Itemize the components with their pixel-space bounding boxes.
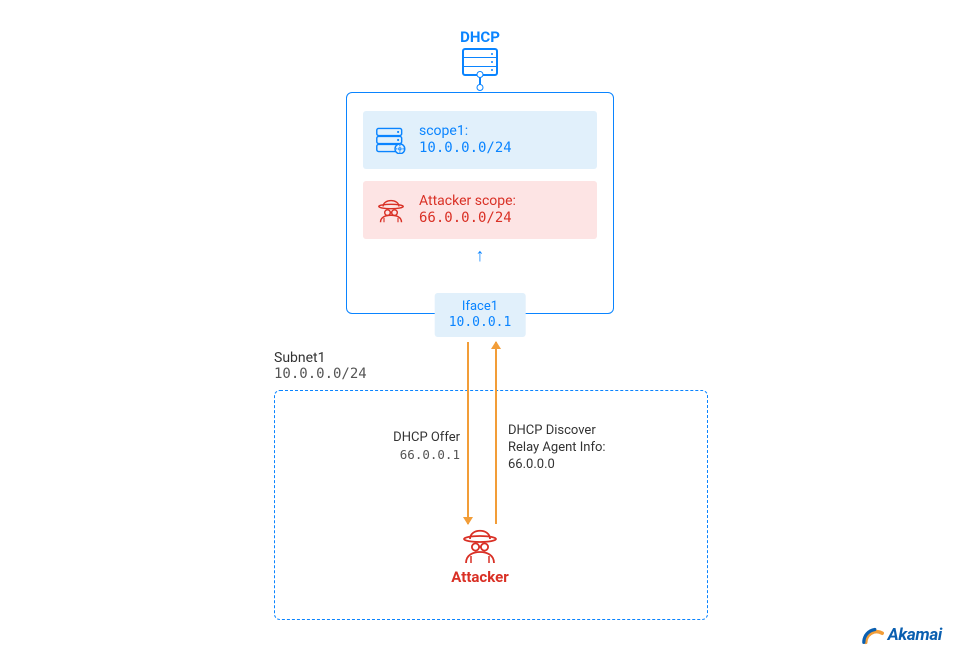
scope1-box: scope1: 10.0.0.0/24 (363, 111, 597, 169)
attacker-icon (460, 525, 500, 565)
dhcp-server-box: scope1: 10.0.0.0/24 Attacker scope: (346, 92, 614, 314)
diagram-canvas: DHCP (0, 0, 960, 660)
dhcp-offer-label: DHCP Offer 66.0.0.1 (372, 430, 460, 463)
arrowhead-up-icon (491, 341, 501, 349)
dhcp-title: DHCP (460, 28, 500, 46)
dhcp-discover-sub1: Relay Agent Info: (508, 440, 658, 457)
scope1-label: scope1: (419, 123, 512, 140)
iface-box: Iface1 10.0.0.1 (435, 293, 526, 338)
dhcp-discover-arrow (495, 342, 497, 524)
attacker-scope-box: Attacker scope: 66.0.0.0/24 (363, 181, 597, 239)
dhcp-offer-title: DHCP Offer (372, 430, 460, 447)
arrowhead-down-icon (463, 517, 473, 525)
connector-icon (479, 76, 481, 86)
spy-scope-icon (375, 196, 407, 224)
dhcp-discover-title: DHCP Discover (508, 423, 658, 440)
brand-swirl-icon (862, 624, 884, 646)
attacker-scope-text: Attacker scope: 66.0.0.0/24 (419, 193, 516, 227)
attacker-scope-cidr: 66.0.0.0/24 (419, 210, 516, 227)
iface-label: Iface1 (449, 299, 512, 315)
dhcp-offer-arrow (467, 342, 469, 524)
dhcp-discover-sub2: 66.0.0.0 (508, 457, 658, 474)
brand-logo: Akamai (862, 624, 942, 646)
brand-text: Akamai (888, 625, 942, 645)
dhcp-discover-label: DHCP Discover Relay Agent Info: 66.0.0.0 (508, 423, 658, 474)
subnet-name: Subnet1 (274, 350, 367, 366)
attacker-label: Attacker (451, 568, 508, 586)
dhcp-offer-value: 66.0.0.1 (372, 447, 460, 463)
arrow-up-icon: ↑ (476, 247, 485, 265)
server-scope-icon (375, 126, 407, 154)
subnet-cidr: 10.0.0.0/24 (274, 366, 367, 382)
scope1-cidr: 10.0.0.0/24 (419, 140, 512, 157)
scope1-text: scope1: 10.0.0.0/24 (419, 123, 512, 157)
attacker-scope-label: Attacker scope: (419, 193, 516, 210)
iface-ip: 10.0.0.1 (449, 315, 512, 331)
subnet-label: Subnet1 10.0.0.0/24 (274, 350, 367, 382)
